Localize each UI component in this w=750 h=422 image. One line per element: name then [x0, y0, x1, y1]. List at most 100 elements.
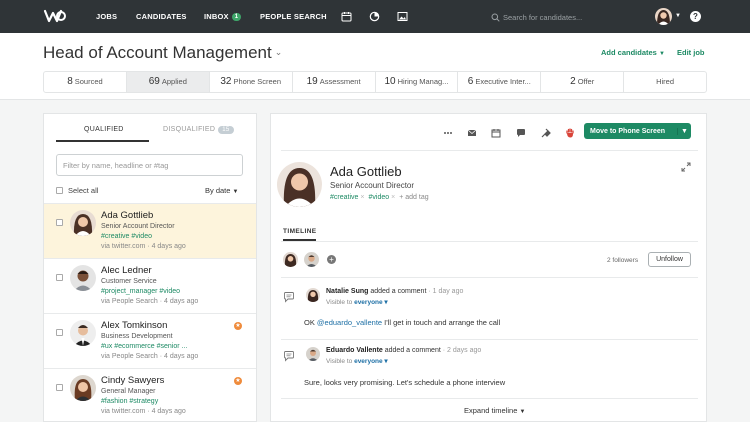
expand-timeline-button[interactable]: Expand timeline ▼ — [464, 406, 525, 415]
calendar-icon[interactable] — [341, 11, 352, 22]
evaluate-thumbs-icon[interactable] — [541, 128, 551, 138]
chevron-down-icon: ⌄ — [274, 47, 283, 57]
user-avatar[interactable] — [655, 8, 672, 25]
candidate-checkbox[interactable] — [56, 219, 63, 226]
visibility-prefix: Visible to — [326, 358, 355, 365]
stage-label: Executive Inter... — [475, 77, 531, 86]
candidate-name[interactable]: Cindy Sawyers — [101, 375, 164, 386]
comment-author[interactable]: Natalie Sung — [326, 288, 368, 295]
comment-action: added a comment — [382, 347, 441, 354]
candidate-search[interactable] — [491, 10, 641, 24]
stage-hired[interactable]: Hired — [624, 72, 706, 92]
active-tab-indicator — [56, 140, 149, 142]
stage-offer[interactable]: 2 Offer — [541, 72, 625, 92]
nav-people-search[interactable]: PEOPLE SEARCH — [260, 12, 327, 21]
tab-timeline[interactable]: TIMELINE — [283, 228, 317, 235]
visibility-value: everyone — [354, 358, 383, 365]
candidate-row[interactable]: Alec Ledner Customer Service #project_ma… — [44, 258, 256, 313]
follower-avatar[interactable] — [304, 252, 319, 267]
candidate-checkbox[interactable] — [56, 274, 63, 281]
stage-hiring-manager[interactable]: 10 Hiring Manag... — [376, 72, 459, 92]
stage-label: Phone Screen — [233, 77, 282, 86]
visibility-dropdown[interactable]: everyone ▾ — [354, 358, 388, 365]
comment-time: · 2 days ago — [440, 347, 482, 354]
sort-label: By date — [205, 186, 231, 195]
stage-executive-interview[interactable]: 6 Executive Inter... — [458, 72, 542, 92]
email-icon[interactable] — [467, 128, 477, 138]
follower-avatar[interactable] — [283, 252, 298, 267]
mention-link[interactable]: @eduardo_vallente — [317, 318, 382, 327]
select-all[interactable]: Select all — [56, 186, 98, 195]
candidate-checkbox[interactable] — [56, 384, 63, 391]
stage-assessment[interactable]: 19 Assessment — [293, 72, 376, 92]
job-title-text: Head of Account Management — [43, 43, 272, 62]
move-to-stage-button[interactable]: Move to Phone Screen ▼ — [584, 123, 691, 139]
user-menu-chevron-icon[interactable]: ▼ — [675, 13, 681, 19]
stage-label: Assessment — [319, 77, 361, 86]
candidate-row[interactable]: Alex Tomkinson Business Development #ux … — [44, 313, 256, 368]
calendar-icon[interactable] — [491, 128, 501, 138]
add-candidates-button[interactable]: Add candidates ▼ — [601, 48, 665, 57]
comment-body-text: I'll get in touch and arrange the call — [382, 318, 501, 327]
candidate-list-panel: QUALIFIED DISQUALIFIED15 Select all By d… — [43, 113, 257, 422]
remove-tag-icon[interactable]: × — [360, 194, 364, 201]
candidate-name[interactable]: Ada Gottlieb — [101, 210, 153, 221]
unfollow-button[interactable]: Unfollow — [648, 252, 691, 267]
help-icon[interactable]: ? — [690, 11, 701, 22]
tab-qualified[interactable]: QUALIFIED — [84, 126, 124, 133]
stage-count: 19 — [306, 76, 318, 87]
comment-body: OK @eduardo_vallente I'll get in touch a… — [304, 318, 500, 327]
workable-logo[interactable] — [43, 8, 67, 24]
candidate-checkbox[interactable] — [56, 329, 63, 336]
candidate-name[interactable]: Alex Tomkinson — [101, 320, 167, 331]
reports-pie-icon[interactable] — [369, 11, 380, 22]
more-options-icon[interactable] — [443, 128, 453, 138]
remove-tag-icon[interactable]: × — [391, 194, 395, 201]
candidate-filter-input[interactable] — [56, 154, 243, 176]
candidate-source: via twitter.com · 4 days ago — [101, 243, 186, 250]
select-all-checkbox[interactable] — [56, 187, 63, 194]
stage-count: 69 — [148, 76, 160, 87]
move-button-label: Move to Phone Screen — [590, 127, 666, 135]
sort-dropdown[interactable]: By date ▼ — [205, 186, 238, 195]
stage-count: 8 — [67, 76, 73, 87]
star-badge-icon: ★ — [234, 322, 242, 330]
chevron-down-icon[interactable]: ▼ — [677, 127, 691, 135]
candidate-source: via twitter.com · 4 days ago — [101, 408, 186, 415]
comment-author[interactable]: Eduardo Vallente — [326, 347, 383, 354]
disqualify-hand-icon[interactable] — [565, 128, 575, 138]
visibility-dropdown[interactable]: everyone ▾ — [354, 299, 388, 306]
candidate-avatar — [70, 265, 96, 291]
stage-sourced[interactable]: 8 Sourced — [44, 72, 127, 92]
candidate-row[interactable]: Cindy Sawyers General Manager #fashion #… — [44, 368, 256, 422]
comment-icon[interactable] — [516, 128, 526, 138]
stage-label: Sourced — [74, 77, 103, 86]
search-input[interactable] — [503, 12, 633, 22]
tab-disqualified-label: DISQUALIFIED — [163, 126, 216, 133]
tag[interactable]: #video — [369, 194, 390, 201]
chevron-down-icon: ▼ — [232, 189, 239, 195]
nav-inbox-label: INBOX — [204, 12, 229, 21]
tag[interactable]: #creative — [330, 194, 358, 201]
candidate-headline: Senior Account Director — [101, 223, 175, 230]
candidate-tags: #fashion #strategy — [101, 398, 159, 405]
expand-icon[interactable] — [681, 162, 691, 172]
visibility-value: everyone — [354, 299, 383, 306]
job-title[interactable]: Head of Account Management ⌄ — [43, 43, 282, 63]
candidate-name[interactable]: Alec Ledner — [101, 265, 152, 276]
candidate-source: via People Search · 4 days ago — [101, 353, 199, 360]
pipeline-stages: 8 Sourced 69 Applied 32 Phone Screen 19 Asse… — [43, 71, 707, 93]
stage-applied[interactable]: 69 Applied — [126, 72, 210, 92]
nav-inbox[interactable]: INBOX 1 — [204, 12, 242, 21]
image-icon[interactable] — [397, 11, 408, 22]
profile-title: Senior Account Director — [330, 181, 415, 190]
candidate-row[interactable]: Ada Gottlieb Senior Account Director #cr… — [44, 203, 256, 258]
add-follower-icon[interactable]: + — [327, 255, 336, 264]
stage-phone-screen[interactable]: 32 Phone Screen — [210, 72, 293, 92]
add-tag-button[interactable]: + add tag — [399, 194, 428, 201]
nav-candidates[interactable]: CANDIDATES — [136, 12, 187, 21]
edit-job-link[interactable]: Edit job — [677, 48, 705, 57]
nav-jobs[interactable]: JOBS — [96, 12, 117, 21]
tab-disqualified[interactable]: DISQUALIFIED 15 — [163, 126, 234, 134]
add-candidates-label: Add candidates — [601, 48, 657, 57]
